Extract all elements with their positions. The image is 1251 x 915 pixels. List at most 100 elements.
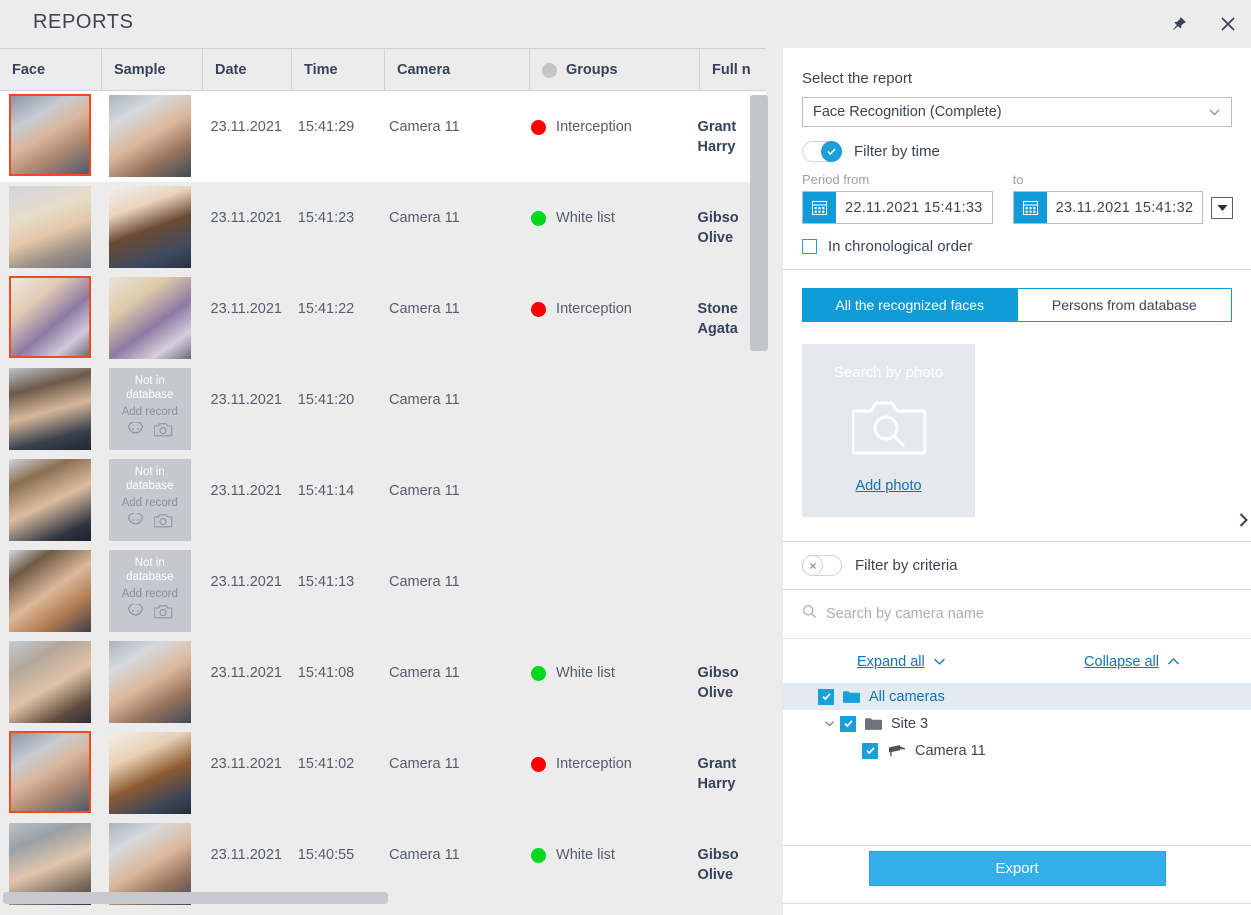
chevron-down-icon <box>1208 106 1221 123</box>
chevron-down-icon[interactable] <box>824 720 838 727</box>
expand-all-button[interactable]: Expand all <box>857 653 946 671</box>
table-header-groups[interactable]: Groups <box>530 49 700 91</box>
tree-node-label: Camera 11 <box>915 742 986 759</box>
face-thumbnail[interactable] <box>9 641 91 723</box>
not-in-database-line2: database <box>126 480 174 492</box>
face-thumbnail[interactable] <box>9 186 91 268</box>
table-header-label: Camera <box>397 62 451 78</box>
folder-icon-gray <box>865 717 882 731</box>
groups-cell: Interception <box>519 273 686 364</box>
face-thumbnail-cell <box>0 364 100 455</box>
add-record-icons <box>127 604 173 619</box>
status-dot-icon <box>531 665 547 681</box>
sample-thumbnail[interactable] <box>108 641 191 723</box>
tree-node-label: All cameras <box>869 688 945 705</box>
sample-thumbnail[interactable] <box>108 732 191 814</box>
tree-node-checkbox[interactable] <box>840 715 856 732</box>
time-cell: 15:41:14 <box>297 483 355 499</box>
table-header-camera[interactable]: Camera <box>385 49 530 91</box>
face-add-icon[interactable] <box>127 513 144 528</box>
filter-by-time-toggle[interactable] <box>802 141 842 162</box>
search-by-photo-box[interactable]: Search by photo Add photo <box>802 344 975 517</box>
tree-node-camera-11[interactable]: Camera 11 <box>783 737 1251 764</box>
filter-by-criteria-toggle[interactable] <box>802 555 842 576</box>
sample-thumbnail[interactable] <box>108 277 191 359</box>
table-header-label: Sample <box>114 62 166 78</box>
table-row[interactable]: 23.11.2021 15:41:02 Camera 11 Interception G… <box>0 728 766 819</box>
table-vertical-scrollbar[interactable] <box>750 95 768 351</box>
camera-search-row <box>783 590 1251 639</box>
report-settings-panel: Select the report Face Recognition (Comp… <box>783 48 1251 915</box>
period-dropdown-button[interactable] <box>1211 197 1234 219</box>
chevron-down-icon <box>933 653 946 671</box>
date-cell: 23.11.2021 <box>210 574 283 590</box>
not-in-database-line2: database <box>126 389 174 401</box>
tree-node-all-cameras[interactable]: All cameras <box>783 683 1251 710</box>
reports-table: Face Sample Date Time Camera Groups Full n 23.… <box>0 48 782 915</box>
table-row[interactable]: Not in database Add record 23.11.2021 15:41:… <box>0 546 766 637</box>
date-cell: 23.11.2021 <box>210 483 283 499</box>
table-horizontal-scrollbar[interactable] <box>3 892 388 904</box>
table-row[interactable]: 23.11.2021 15:41:08 Camera 11 White list Gib… <box>0 637 766 728</box>
report-type-select[interactable]: Face Recognition (Complete) <box>802 97 1232 127</box>
groups-cell: White list <box>519 819 686 910</box>
pin-icon[interactable] <box>1163 8 1195 40</box>
time-cell: 15:41:29 <box>297 119 355 135</box>
filter-by-time-row: Filter by time <box>802 141 1232 162</box>
face-thumbnail[interactable] <box>9 276 91 358</box>
chronological-checkbox[interactable] <box>802 239 817 254</box>
face-thumbnail[interactable] <box>9 550 91 632</box>
table-row[interactable]: 23.11.2021 15:41:29 Camera 11 Interception G… <box>0 91 766 182</box>
groups-cell <box>519 455 686 546</box>
table-row[interactable]: 23.11.2021 15:41:23 Camera 11 White list Gib… <box>0 182 766 273</box>
table-row[interactable]: Not in database Add record 23.11.2021 15:41:… <box>0 364 766 455</box>
table-row[interactable]: Not in database Add record 23.11.2021 15:41:… <box>0 455 766 546</box>
table-header-face[interactable]: Face <box>0 49 102 91</box>
add-photo-link[interactable]: Add photo <box>855 478 921 494</box>
export-section: Export <box>783 845 1251 890</box>
chronological-row: In chronological order <box>802 238 1232 255</box>
camera-add-icon[interactable] <box>153 513 173 528</box>
table-header-time[interactable]: Time <box>292 49 385 91</box>
face-thumbnail[interactable] <box>9 368 91 450</box>
export-button[interactable]: Export <box>868 850 1166 886</box>
camera-add-icon[interactable] <box>153 422 173 437</box>
tree-node-checkbox[interactable] <box>862 742 878 759</box>
close-icon[interactable] <box>1212 8 1244 40</box>
face-thumbnail[interactable] <box>9 731 91 813</box>
tree-node-label: Site 3 <box>891 715 929 732</box>
camera-cell: Camera 11 <box>389 847 460 863</box>
group-label: White list <box>556 210 615 226</box>
groups-cell: Interception <box>519 91 686 182</box>
camera-add-icon[interactable] <box>153 604 173 619</box>
tab-persons-from-database[interactable]: Persons from database <box>1017 288 1232 322</box>
table-row[interactable]: 23.11.2021 15:41:22 Camera 11 Interception S… <box>0 273 766 364</box>
tree-node-site-3[interactable]: Site 3 <box>783 710 1251 737</box>
sample-thumbnail[interactable] <box>108 186 191 268</box>
sample-cell <box>100 182 199 273</box>
sample-thumbnail[interactable] <box>108 95 191 177</box>
period-to-label: to <box>1012 172 1024 187</box>
not-in-database-block: Not in database Add record <box>108 368 191 450</box>
tree-node-checkbox[interactable] <box>818 688 834 705</box>
period-from-field[interactable]: 22.11.2021 15:41:33 <box>802 191 993 224</box>
time-cell: 15:41:22 <box>297 301 355 317</box>
camera-cell: Camera 11 <box>389 119 460 135</box>
chevron-right-icon[interactable] <box>1236 511 1250 529</box>
face-add-icon[interactable] <box>127 604 144 619</box>
table-header-date[interactable]: Date <box>203 49 292 91</box>
add-record-label: Add record <box>121 497 178 509</box>
period-row: Period from 22.11.2021 15:41:33 to 23.11… <box>802 172 1234 224</box>
face-thumbnail[interactable] <box>9 94 91 176</box>
sample-cell: Not in database Add record <box>100 546 199 637</box>
table-header-sample[interactable]: Sample <box>102 49 203 91</box>
tab-all-recognized-faces[interactable]: All the recognized faces <box>802 288 1018 322</box>
period-to-field[interactable]: 23.11.2021 15:41:32 <box>1012 191 1204 224</box>
face-add-icon[interactable] <box>127 422 144 437</box>
title-bar: REPORTS <box>0 0 1251 48</box>
chronological-label: In chronological order <box>828 238 973 255</box>
collapse-all-button[interactable]: Collapse all <box>1084 653 1180 671</box>
camera-search-input[interactable] <box>826 606 1156 622</box>
face-thumbnail[interactable] <box>9 459 91 541</box>
group-label: Interception <box>556 119 632 135</box>
